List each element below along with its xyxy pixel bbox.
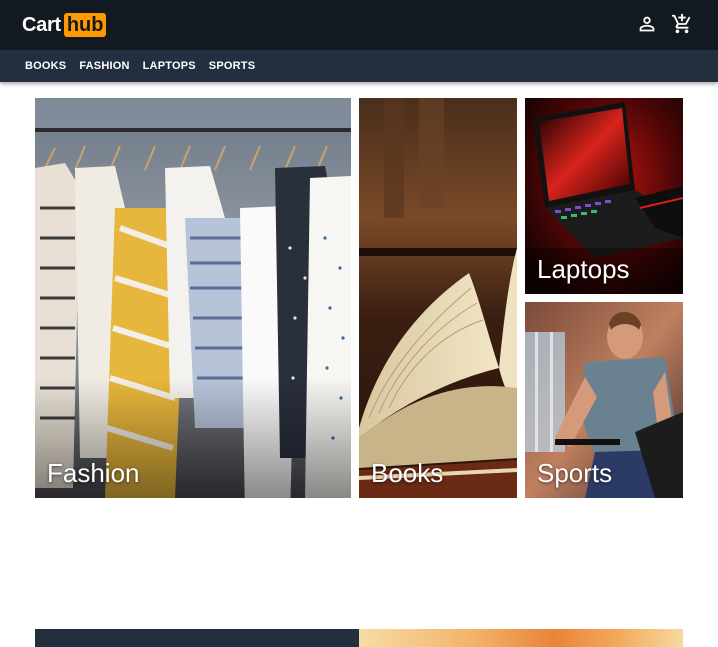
nav-link-sports[interactable]: SPORTS xyxy=(209,60,255,72)
fashion-image xyxy=(35,98,351,498)
category-label-sports: Sports xyxy=(537,458,613,488)
cart-icon[interactable] xyxy=(671,13,693,35)
books-image xyxy=(359,98,517,498)
nav-link-laptops[interactable]: LAPTOPS xyxy=(143,60,196,72)
category-label-books: Books xyxy=(371,458,444,488)
logo-text-hub: hub xyxy=(63,13,107,37)
category-tile-laptops[interactable]: Laptops xyxy=(525,98,683,294)
nav-link-fashion[interactable]: FASHION xyxy=(79,60,129,72)
category-nav: BOOKS FASHION LAPTOPS SPORTS xyxy=(0,50,718,82)
account-icon[interactable] xyxy=(636,13,658,35)
promo-banner-right[interactable] xyxy=(359,629,683,647)
top-header: Cart hub xyxy=(0,0,718,50)
cart-hub-logo[interactable]: Cart hub xyxy=(22,12,107,38)
category-label-laptops: Laptops xyxy=(537,254,630,284)
logo-text-cart: Cart xyxy=(22,13,61,36)
category-label-fashion: Fashion xyxy=(47,458,140,488)
promo-banner-left[interactable] xyxy=(35,629,359,647)
category-tile-books[interactable]: Books xyxy=(359,98,517,498)
nav-link-books[interactable]: BOOKS xyxy=(25,60,66,72)
category-tile-sports[interactable]: Sports xyxy=(525,302,683,498)
category-tile-fashion[interactable]: Fashion xyxy=(35,98,351,498)
